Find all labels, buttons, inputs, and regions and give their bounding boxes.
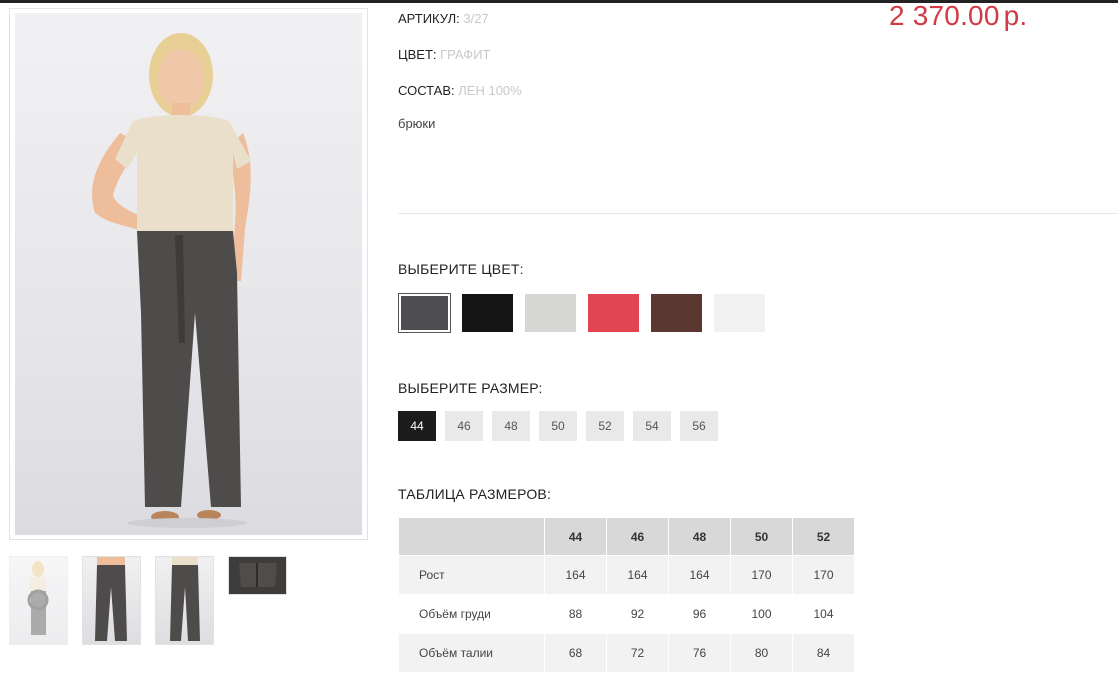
- table-row: Объём груди 88 92 96 100 104: [398, 594, 855, 634]
- price-value: 2 370.00: [889, 0, 1000, 31]
- header-cell: 50: [730, 517, 793, 556]
- color-row: ЦВЕТ: ГРАФИТ: [398, 47, 490, 62]
- color-label: ЦВЕТ:: [398, 47, 437, 62]
- size-option-50[interactable]: 50: [539, 411, 577, 441]
- thumbnail-3[interactable]: [155, 556, 214, 645]
- product-description: брюки: [398, 116, 436, 131]
- size-selector-title: ВЫБЕРИТЕ РАЗМЕР:: [398, 380, 543, 396]
- size-table: 44 46 48 50 52 Рост 164 164 164 170 170 …: [398, 517, 855, 673]
- main-product-photo[interactable]: [9, 8, 368, 540]
- thumbnail-image: [27, 561, 49, 635]
- size-table-title: ТАБЛИЦА РАЗМЕРОВ:: [398, 486, 552, 502]
- table-cell: 164: [544, 555, 607, 595]
- table-cell: 88: [544, 594, 607, 634]
- table-cell: 170: [730, 555, 793, 595]
- table-row: Объём талии 68 72 76 80 84: [398, 633, 855, 673]
- model-photo: [92, 33, 251, 528]
- table-cell: 164: [668, 555, 731, 595]
- size-option-54[interactable]: 54: [633, 411, 671, 441]
- divider: [398, 213, 1118, 214]
- row-label: Объём талии: [398, 633, 545, 673]
- article-value: 3/27: [463, 11, 489, 26]
- product-price: 2 370.00 р.: [889, 0, 1027, 32]
- thumbnail-2[interactable]: [82, 556, 141, 645]
- article-label: АРТИКУЛ:: [398, 11, 460, 26]
- color-swatch-brown[interactable]: [651, 294, 702, 332]
- table-cell: 100: [730, 594, 793, 634]
- table-cell: 84: [792, 633, 855, 673]
- color-swatch-graphite[interactable]: [398, 293, 451, 333]
- table-cell: 80: [730, 633, 793, 673]
- header-cell: 46: [606, 517, 669, 556]
- color-value: ГРАФИТ: [440, 47, 491, 62]
- article-row: АРТИКУЛ: 3/27: [398, 11, 489, 26]
- size-option-52[interactable]: 52: [586, 411, 624, 441]
- table-cell: 72: [606, 633, 669, 673]
- header-cell: 48: [668, 517, 731, 556]
- header-cell: 44: [544, 517, 607, 556]
- thumbnail-image: [170, 557, 200, 641]
- header-empty-cell: [398, 517, 545, 556]
- color-swatch-light-gray[interactable]: [525, 294, 576, 332]
- thumbnail-image: [95, 557, 127, 641]
- size-option-56[interactable]: 56: [680, 411, 718, 441]
- color-selector-title: ВЫБЕРИТЕ ЦВЕТ:: [398, 261, 524, 277]
- price-currency: р.: [1003, 0, 1028, 31]
- table-cell: 92: [606, 594, 669, 634]
- header-cell: 52: [792, 517, 855, 556]
- table-cell: 68: [544, 633, 607, 673]
- color-swatch-coral-red[interactable]: [588, 294, 639, 332]
- row-label: Рост: [398, 555, 545, 595]
- table-cell: 96: [668, 594, 731, 634]
- table-row: Рост 164 164 164 170 170: [398, 555, 855, 595]
- table-cell: 76: [668, 633, 731, 673]
- table-cell: 164: [606, 555, 669, 595]
- size-option-48[interactable]: 48: [492, 411, 530, 441]
- composition-row: СОСТАВ: ЛЕН 100%: [398, 83, 522, 98]
- size-table-header: 44 46 48 50 52: [398, 517, 855, 556]
- row-label: Объём груди: [398, 594, 545, 634]
- color-swatch-black[interactable]: [462, 294, 513, 332]
- size-option-44[interactable]: 44: [398, 411, 436, 441]
- size-option-46[interactable]: 46: [445, 411, 483, 441]
- thumbnail-4[interactable]: [228, 556, 287, 595]
- color-swatch-white[interactable]: [714, 294, 765, 332]
- table-cell: 170: [792, 555, 855, 595]
- composition-value: ЛЕН 100%: [458, 83, 522, 98]
- table-cell: 104: [792, 594, 855, 634]
- thumbnail-image: [229, 557, 286, 594]
- composition-label: СОСТАВ:: [398, 83, 455, 98]
- thumbnail-1[interactable]: [9, 556, 68, 645]
